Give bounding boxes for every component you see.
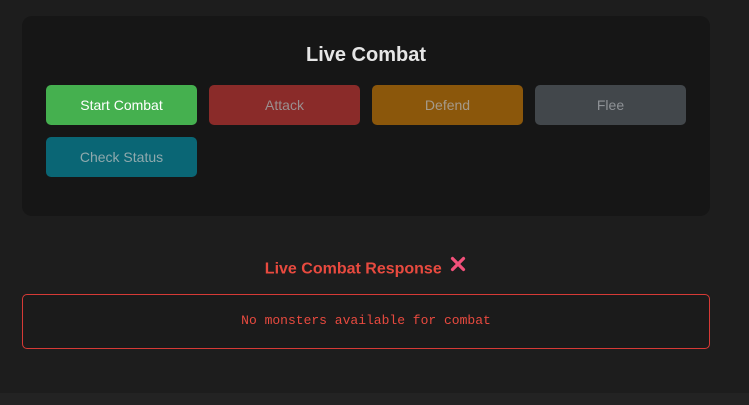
combat-panel: Live Combat Start Combat Attack Defend F… bbox=[22, 16, 710, 216]
check-status-button[interactable]: Check Status bbox=[46, 137, 197, 177]
flee-button[interactable]: Flee bbox=[535, 85, 686, 125]
response-title: Live Combat Response bbox=[264, 260, 442, 278]
bottom-edge bbox=[0, 393, 749, 405]
start-combat-button[interactable]: Start Combat bbox=[46, 85, 197, 125]
response-message: No monsters available for combat bbox=[241, 313, 491, 328]
attack-button[interactable]: Attack bbox=[209, 85, 360, 125]
cross-mark-icon bbox=[450, 256, 466, 279]
defend-button[interactable]: Defend bbox=[372, 85, 523, 125]
response-box: No monsters available for combat bbox=[22, 294, 710, 349]
panel-title: Live Combat bbox=[305, 44, 427, 66]
response-heading: Live Combat Response bbox=[0, 256, 731, 281]
